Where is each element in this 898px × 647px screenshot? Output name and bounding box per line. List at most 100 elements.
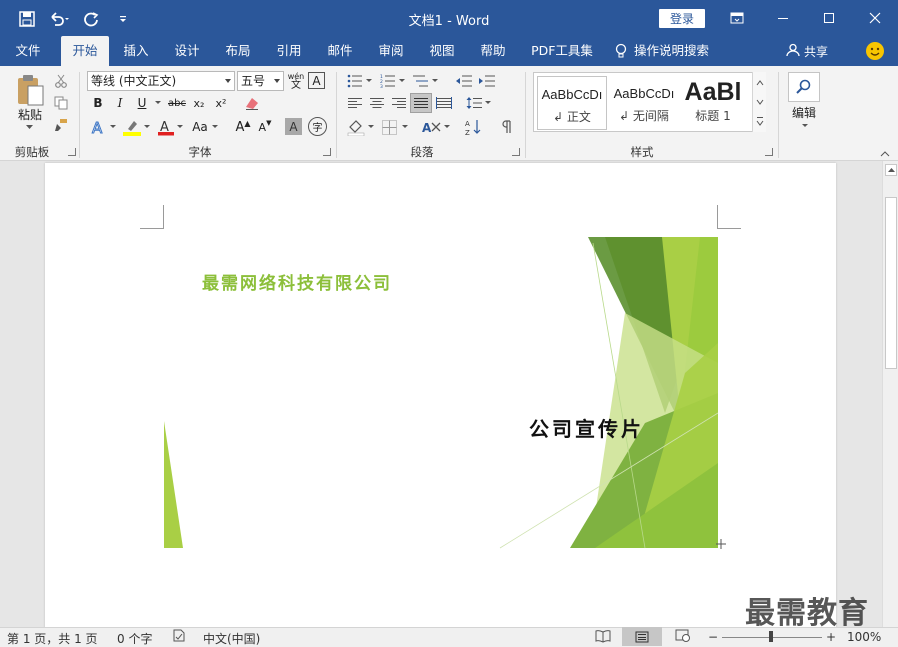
- subscript-button[interactable]: x₂: [190, 94, 208, 112]
- styles-gallery-scroll[interactable]: [752, 72, 766, 132]
- borders-icon[interactable]: [379, 117, 399, 137]
- font-size-dropdown-icon[interactable]: [274, 79, 280, 83]
- change-case-button[interactable]: Aa: [189, 117, 211, 137]
- font-color-dropdown-icon[interactable]: [176, 122, 184, 132]
- clipboard-launcher-icon[interactable]: [68, 148, 76, 156]
- language-indicator[interactable]: 中文(中国): [203, 630, 260, 647]
- zoom-level[interactable]: 100%: [847, 630, 881, 644]
- font-name-combo[interactable]: 等线 (中文正文): [87, 71, 235, 91]
- align-left-icon[interactable]: [345, 94, 365, 112]
- style-heading-1[interactable]: AaBl 标题 1: [680, 76, 746, 130]
- read-mode-icon[interactable]: [595, 629, 611, 646]
- style-normal[interactable]: AaBbCcDı ↲ 正文: [537, 76, 607, 130]
- zoom-in-button[interactable]: +: [826, 630, 836, 644]
- font-size-combo[interactable]: 五号: [237, 71, 284, 91]
- shrink-font-button[interactable]: A ▼: [256, 117, 274, 137]
- numbering-icon[interactable]: 123: [378, 72, 398, 90]
- decrease-indent-icon[interactable]: [454, 72, 474, 90]
- redo-icon[interactable]: [80, 8, 102, 30]
- justify-icon[interactable]: [410, 93, 432, 113]
- word-count[interactable]: 0 个字: [117, 630, 152, 647]
- distributed-icon[interactable]: [434, 94, 454, 112]
- customize-qat-icon[interactable]: [112, 8, 134, 30]
- highlight-dropdown-icon[interactable]: [143, 122, 151, 132]
- print-layout-icon[interactable]: [622, 627, 662, 646]
- tell-me-search[interactable]: 操作说明搜索: [614, 36, 726, 66]
- paste-dropdown-icon[interactable]: [24, 122, 34, 132]
- increase-indent-icon[interactable]: [477, 72, 497, 90]
- undo-icon[interactable]: [48, 8, 70, 30]
- cut-icon[interactable]: [52, 72, 70, 90]
- character-border-button[interactable]: A: [308, 72, 325, 89]
- editing-dropdown-icon[interactable]: [800, 121, 810, 131]
- company-name-text[interactable]: 最需网络科技有限公司: [202, 269, 392, 294]
- font-color-icon[interactable]: A: [156, 117, 176, 137]
- bullets-icon[interactable]: [345, 72, 365, 90]
- tab-mailings[interactable]: 邮件: [318, 36, 362, 66]
- style-no-spacing[interactable]: AaBbCcDı ↲ 无间隔: [609, 76, 679, 130]
- line-spacing-dropdown-icon[interactable]: [484, 98, 492, 108]
- zoom-slider-thumb[interactable]: [769, 631, 773, 642]
- promo-title-text[interactable]: 公司宣传片: [529, 413, 644, 442]
- paste-icon[interactable]: [12, 70, 48, 110]
- tab-file[interactable]: 文件: [6, 36, 50, 66]
- bold-button[interactable]: B: [89, 94, 107, 112]
- tab-layout[interactable]: 布局: [216, 36, 260, 66]
- copy-icon[interactable]: [52, 94, 70, 112]
- vertical-scrollbar[interactable]: [882, 161, 898, 627]
- text-effects-icon[interactable]: A: [89, 117, 109, 137]
- multilevel-list-icon[interactable]: [411, 72, 431, 90]
- shading-icon[interactable]: [345, 117, 367, 137]
- bullets-dropdown-icon[interactable]: [365, 76, 373, 86]
- grow-font-button[interactable]: A ▲: [234, 117, 252, 137]
- align-right-icon[interactable]: [389, 94, 409, 112]
- styles-launcher-icon[interactable]: [765, 148, 773, 156]
- tab-references[interactable]: 引用: [267, 36, 311, 66]
- tab-insert[interactable]: 插入: [114, 36, 158, 66]
- phonetic-guide-button[interactable]: wén 文: [287, 70, 305, 92]
- web-layout-icon[interactable]: [675, 629, 691, 646]
- character-shading-button[interactable]: A: [285, 118, 302, 135]
- font-launcher-icon[interactable]: [323, 148, 331, 156]
- zoom-out-button[interactable]: −: [708, 630, 718, 644]
- chinese-layout-icon[interactable]: A: [421, 117, 443, 137]
- underline-button[interactable]: U: [133, 94, 151, 112]
- share-button[interactable]: 共享: [786, 43, 828, 60]
- login-button[interactable]: 登录: [659, 9, 705, 28]
- ribbon-display-options-icon[interactable]: [714, 0, 760, 36]
- tab-help[interactable]: 帮助: [471, 36, 515, 66]
- tab-view[interactable]: 视图: [420, 36, 464, 66]
- text-effects-dropdown-icon[interactable]: [109, 122, 117, 132]
- font-name-dropdown-icon[interactable]: [225, 79, 231, 83]
- shading-dropdown-icon[interactable]: [367, 122, 375, 132]
- feedback-smiley-icon[interactable]: [866, 42, 884, 60]
- document-page[interactable]: 最需网络科技有限公司 公司宣传片: [45, 163, 836, 627]
- tab-home[interactable]: 开始: [61, 36, 109, 66]
- superscript-button[interactable]: x²: [212, 94, 230, 112]
- save-icon[interactable]: [16, 8, 38, 30]
- paste-label[interactable]: 粘贴: [10, 106, 50, 122]
- scroll-up-icon[interactable]: [885, 164, 897, 176]
- chinese-layout-dropdown-icon[interactable]: [443, 122, 451, 132]
- editing-label[interactable]: 编辑: [786, 104, 822, 120]
- sort-icon[interactable]: AZ: [464, 117, 484, 137]
- format-painter-icon[interactable]: [52, 116, 70, 134]
- tab-pdf-tools[interactable]: PDF工具集: [524, 36, 600, 66]
- change-case-dropdown-icon[interactable]: [211, 122, 219, 132]
- page-count[interactable]: 第 1 页，共 1 页: [7, 630, 98, 647]
- multilevel-dropdown-icon[interactable]: [431, 76, 439, 86]
- collapse-ribbon-icon[interactable]: [878, 148, 892, 160]
- highlight-icon[interactable]: [121, 117, 143, 137]
- paragraph-launcher-icon[interactable]: [512, 148, 520, 156]
- italic-button[interactable]: I: [111, 94, 129, 112]
- align-center-icon[interactable]: [367, 94, 387, 112]
- line-spacing-icon[interactable]: [464, 94, 484, 112]
- borders-dropdown-icon[interactable]: [401, 122, 409, 132]
- proofing-icon[interactable]: [172, 629, 186, 646]
- tab-review[interactable]: 审阅: [369, 36, 413, 66]
- tab-design[interactable]: 设计: [165, 36, 209, 66]
- clear-formatting-icon[interactable]: [242, 93, 262, 113]
- scrollbar-thumb[interactable]: [885, 197, 897, 369]
- underline-dropdown-icon[interactable]: [153, 96, 163, 110]
- numbering-dropdown-icon[interactable]: [398, 76, 406, 86]
